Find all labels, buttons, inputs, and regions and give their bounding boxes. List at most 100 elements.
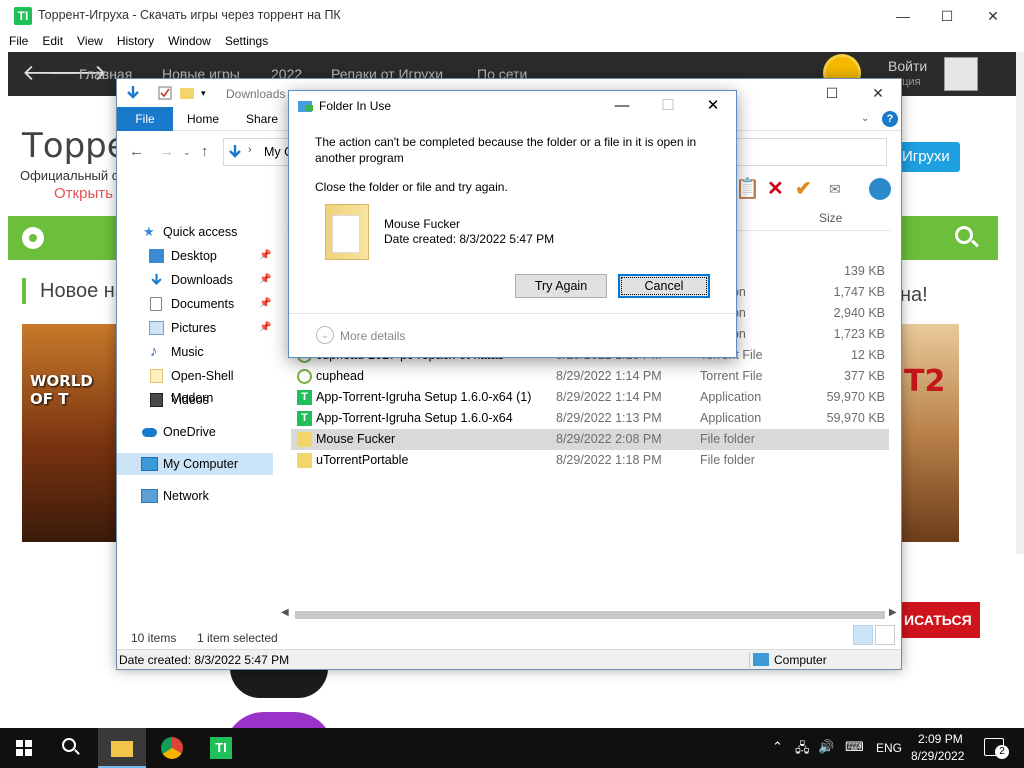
expand-ribbon-icon[interactable]: ⌄	[861, 107, 869, 131]
game-banner-world-of-tanks[interactable]: WORLD OF T	[22, 324, 118, 542]
windows-start-icon[interactable]	[16, 740, 32, 756]
browser-scrollbar[interactable]	[1016, 52, 1024, 554]
maximize-icon[interactable]: ☐	[809, 79, 855, 107]
file-type: File folder	[700, 432, 755, 446]
menu-edit[interactable]: Edit	[37, 32, 68, 50]
tab-file[interactable]: File	[117, 107, 173, 131]
back-arrow-icon[interactable]: ←	[129, 143, 144, 160]
recent-locations-icon[interactable]: ⌄	[183, 147, 191, 158]
table-row[interactable]: cuphead 8/29/2022 1:14 PM Torrent File 3…	[291, 366, 889, 387]
game-banner-title: WORLD OF T	[30, 372, 93, 408]
forward-arrow-icon[interactable]: →	[159, 143, 174, 160]
more-details-toggle[interactable]: More details	[340, 329, 405, 343]
search-icon[interactable]	[62, 738, 76, 752]
pin-icon[interactable]: 📌	[259, 317, 271, 339]
scroll-right-icon[interactable]: ▶	[889, 607, 897, 618]
close-icon[interactable]: ✕	[690, 91, 736, 121]
site-open-link[interactable]: Открыть	[54, 185, 113, 202]
menu-window[interactable]: Window	[163, 32, 216, 50]
nav-item-pictures[interactable]: Pictures 📌	[117, 317, 273, 339]
location-pin-icon[interactable]	[22, 227, 44, 249]
help-icon[interactable]: ?	[882, 111, 898, 127]
language-indicator[interactable]: ENG	[876, 741, 902, 755]
nav-item-label: OneDrive	[163, 425, 216, 439]
minimize-icon[interactable]: —	[880, 0, 926, 32]
pin-icon[interactable]: 📌	[259, 269, 271, 291]
maximize-icon[interactable]: ☐	[924, 0, 970, 32]
network-tray-icon[interactable]: 🖧	[795, 739, 810, 761]
keyboard-icon[interactable]: ⌨	[845, 739, 864, 755]
nav-item-videos[interactable]: Videos	[117, 389, 273, 411]
details-view-icon[interactable]	[853, 625, 873, 645]
column-header-size[interactable]: Size	[819, 211, 842, 225]
nav-item-music[interactable]: ♪ Music	[117, 341, 273, 363]
check-icon[interactable]: ✔	[795, 177, 812, 201]
nav-item-network[interactable]: Network	[117, 485, 273, 507]
table-row[interactable]: T App-Torrent-Igruha Setup 1.6.0-x64 (1)…	[291, 387, 889, 408]
nav-item-quick-access[interactable]: ★ Quick access	[117, 221, 273, 243]
nav-item-label: Quick access	[163, 225, 238, 239]
star-icon: ★	[143, 224, 155, 239]
nav-item-onedrive[interactable]: OneDrive	[117, 421, 273, 443]
scrollbar-thumb[interactable]	[295, 611, 885, 619]
site-title: Торре	[22, 126, 128, 166]
subscribe-button[interactable]: ИСАТЬСЯ	[902, 602, 980, 638]
nav-item-my-computer[interactable]: My Computer	[117, 453, 273, 475]
dialog-titlebar: Folder In Use — ☐ ✕	[289, 91, 736, 121]
login-link[interactable]: Войти	[888, 58, 927, 74]
nav-item-downloads[interactable]: Downloads 📌	[117, 269, 273, 291]
notification-icon[interactable]: 2	[984, 738, 1009, 759]
clock-time[interactable]: 2:09 PM	[918, 732, 963, 746]
tab-share[interactable]: Share	[246, 107, 278, 131]
delete-icon[interactable]: ✕	[767, 177, 784, 201]
game-banner-title: T2	[904, 364, 946, 399]
cancel-button[interactable]: Cancel	[618, 274, 710, 298]
nav-item-open-shell[interactable]: Open-Shell Modern	[117, 365, 273, 405]
table-row[interactable]: uTorrentPortable 8/29/2022 1:18 PM File …	[291, 450, 889, 471]
try-again-button[interactable]: Try Again	[515, 274, 607, 298]
table-row-selected[interactable]: Mouse Fucker 8/29/2022 2:08 PM File fold…	[291, 429, 889, 450]
menu-settings[interactable]: Settings	[220, 32, 273, 50]
properties-icon[interactable]	[157, 85, 173, 101]
clock-date[interactable]: 8/29/2022	[911, 749, 964, 763]
mail-icon[interactable]: ✉	[829, 177, 841, 201]
game-banner-right[interactable]: T2	[900, 324, 959, 542]
file-name: uTorrentPortable	[316, 453, 409, 467]
volume-icon[interactable]: 🔊	[818, 739, 834, 755]
file-size: 377 KB	[843, 369, 885, 383]
clipboard-icon[interactable]: 📋	[735, 177, 760, 201]
menu-history[interactable]: History	[112, 32, 159, 50]
tab-home[interactable]: Home	[187, 107, 219, 131]
file-name: cuphead	[316, 369, 364, 383]
globe-icon[interactable]	[869, 178, 891, 200]
maximize-icon: ☐	[661, 97, 675, 114]
customize-toolbar-icon[interactable]: ▾	[201, 85, 217, 101]
cloud-icon	[142, 428, 157, 437]
menu-view[interactable]: View	[72, 32, 108, 50]
site-igruha-button[interactable]: Игрухи	[898, 142, 960, 172]
menu-file[interactable]: File	[4, 32, 33, 50]
taskbar-file-explorer[interactable]	[98, 728, 146, 768]
close-icon[interactable]: ✕	[970, 0, 1016, 32]
large-icons-view-icon[interactable]	[875, 625, 895, 645]
up-arrow-icon[interactable]: ↑	[201, 143, 209, 160]
close-icon[interactable]: ✕	[855, 79, 901, 107]
horizontal-scrollbar[interactable]: ◀ ▶	[279, 607, 899, 623]
chevron-down-icon[interactable]: ⌄	[316, 326, 334, 344]
minimize-icon[interactable]: —	[599, 91, 645, 121]
pin-icon[interactable]: 📌	[259, 245, 271, 267]
avatar[interactable]	[944, 57, 978, 91]
download-arrow-icon	[229, 145, 241, 158]
taskbar-chrome[interactable]	[148, 728, 196, 768]
nav-item-desktop[interactable]: Desktop 📌	[117, 245, 273, 267]
new-folder-icon[interactable]	[179, 85, 195, 101]
chevron-up-icon[interactable]: ⌃	[772, 739, 783, 755]
pin-icon[interactable]: 📌	[259, 293, 271, 315]
desktop-icon	[149, 249, 164, 263]
taskbar-torrent-igruha[interactable]: TI	[197, 728, 245, 768]
details-status-bar: Date created: 8/3/2022 5:47 PM Computer	[117, 649, 901, 669]
table-row[interactable]: T App-Torrent-Igruha Setup 1.6.0-x64 8/2…	[291, 408, 889, 429]
nav-item-documents[interactable]: Documents 📌	[117, 293, 273, 315]
scroll-left-icon[interactable]: ◀	[281, 607, 289, 618]
search-icon[interactable]	[955, 226, 973, 244]
